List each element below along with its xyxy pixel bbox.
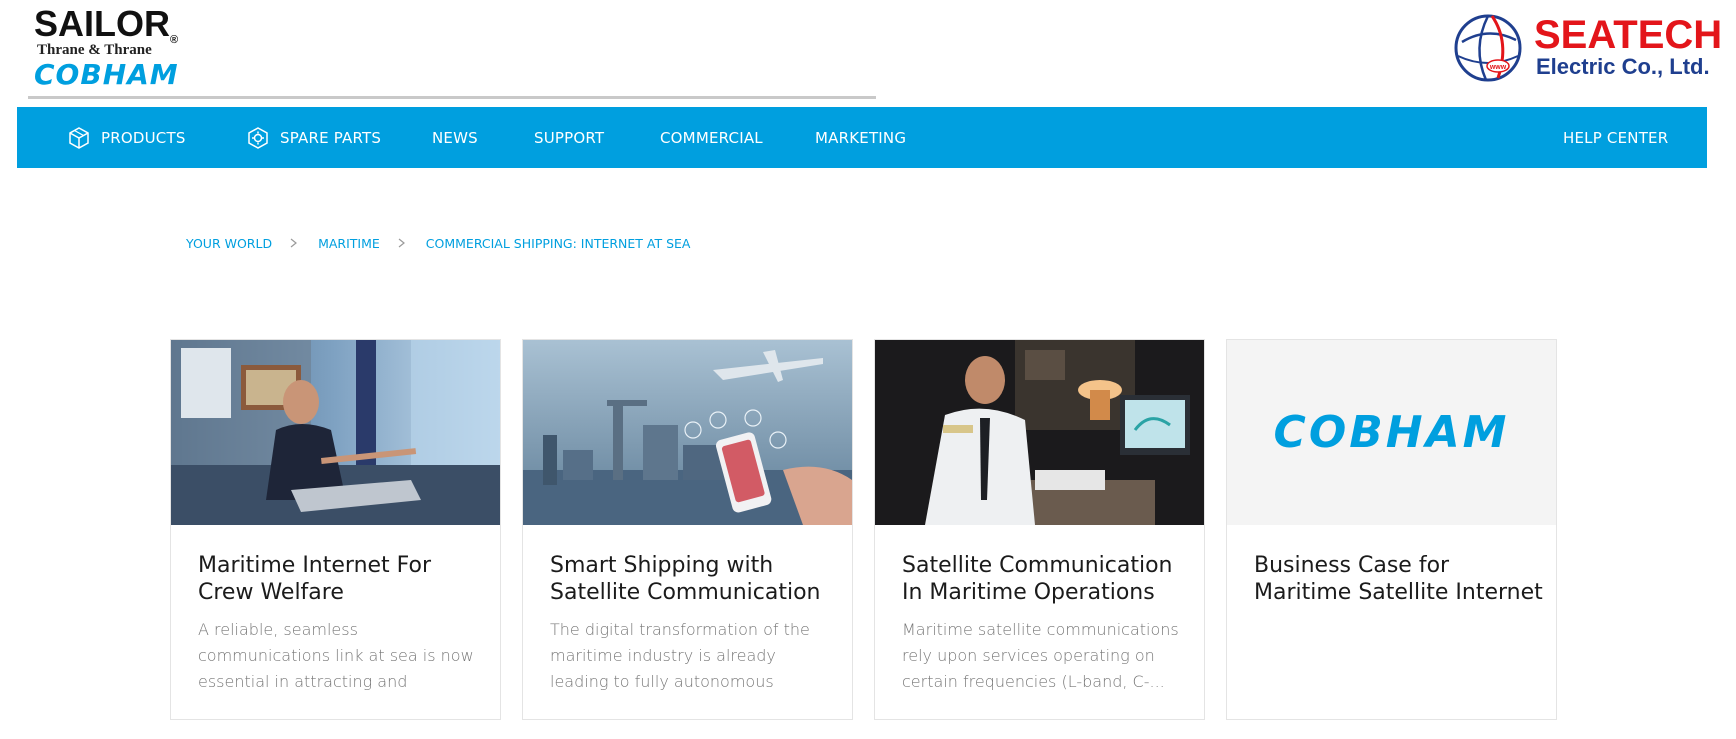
breadcrumb: YOUR WORLD MARITIME COMMERCIAL SHIPPING:… <box>186 233 691 253</box>
card-image-cobham-logo: COBHAM <box>1227 340 1556 525</box>
header-divider <box>28 96 876 99</box>
article-card-maritime-operations[interactable]: Satellite Communication In Maritime Oper… <box>874 339 1205 720</box>
cobham-wordmark: COBHAM <box>34 58 179 91</box>
nav-support[interactable]: SUPPORT <box>534 107 604 168</box>
gear-box-icon <box>248 126 268 149</box>
card-description: A reliable, seamless communications link… <box>198 620 474 691</box>
nav-products[interactable]: PRODUCTS <box>67 107 186 168</box>
nav-news[interactable]: NEWS <box>432 107 478 168</box>
smart-shipping-port-phone-photo <box>523 340 852 525</box>
article-card-business-case[interactable]: COBHAM Business Case for Maritime Satell… <box>1226 339 1557 720</box>
card-title: Business Case for Maritime Satellite Int… <box>1254 553 1543 605</box>
card-title: Maritime Internet For Crew Welfare <box>198 553 432 605</box>
crew-member-laptop-photo <box>171 340 500 525</box>
breadcrumb-current[interactable]: COMMERCIAL SHIPPING: INTERNET AT SEA <box>426 236 691 251</box>
breadcrumb-maritime[interactable]: MARITIME <box>318 236 380 251</box>
card-image-smart-shipping <box>523 340 852 525</box>
thrane-wordmark: Thrane & Thrane <box>37 42 152 58</box>
card-title: Satellite Communication In Maritime Oper… <box>902 553 1173 605</box>
cobham-logo: COBHAM <box>1273 407 1510 458</box>
card-description: The digital transformation of the mariti… <box>550 620 810 691</box>
seatech-logo[interactable]: www SEATECH Electric Co., Ltd. <box>1452 10 1722 82</box>
card-description: Maritime satellite communications rely u… <box>902 620 1179 691</box>
main-nav: PRODUCTS SPARE PARTS NEWS SUPPORT COMMER… <box>17 107 1707 168</box>
article-card-crew-welfare[interactable]: Maritime Internet For Crew Welfare A rel… <box>170 339 501 720</box>
card-description <box>1254 617 1539 695</box>
chevron-right-icon <box>290 238 300 248</box>
nav-spare-parts-label: SPARE PARTS <box>280 128 382 147</box>
card-title: Smart Shipping with Satellite Communicat… <box>550 553 821 605</box>
article-card-smart-shipping[interactable]: Smart Shipping with Satellite Communicat… <box>522 339 853 720</box>
globe-icon: www <box>1454 14 1522 82</box>
seatech-wordmark: SEATECH <box>1534 13 1723 57</box>
nav-help-center[interactable]: HELP CENTER <box>1563 107 1668 168</box>
breadcrumb-your-world[interactable]: YOUR WORLD <box>186 236 272 251</box>
nav-products-label: PRODUCTS <box>101 128 186 147</box>
globe-www-text: www <box>1489 64 1507 71</box>
seatech-subtitle: Electric Co., Ltd. <box>1536 54 1710 79</box>
chevron-right-icon <box>398 238 408 248</box>
site-header: SAILOR® Thrane & Thrane COBHAM www SEATE… <box>0 0 1736 107</box>
card-image-crew-laptop <box>171 340 500 525</box>
sailor-wordmark: SAILOR® <box>34 3 179 47</box>
nav-spare-parts[interactable]: SPARE PARTS <box>246 107 381 168</box>
sailor-cobham-logo[interactable]: SAILOR® Thrane & Thrane COBHAM <box>34 6 204 94</box>
card-image-officer-monitor <box>875 340 1204 525</box>
nav-marketing[interactable]: MARKETING <box>815 107 906 168</box>
nav-commercial[interactable]: COMMERCIAL <box>660 107 763 168</box>
box-icon <box>69 126 89 149</box>
officer-at-monitor-photo <box>875 340 1204 525</box>
